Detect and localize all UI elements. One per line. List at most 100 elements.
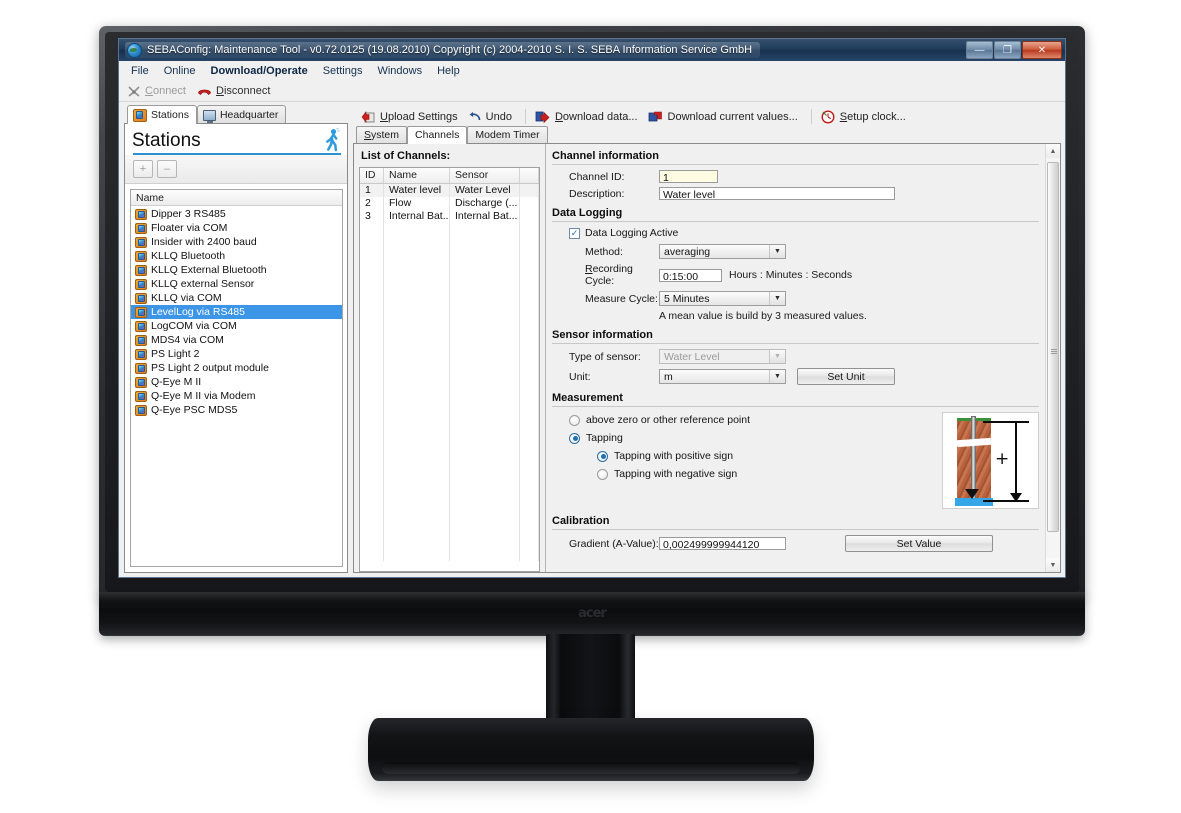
table-empty-row[interactable] bbox=[360, 496, 539, 509]
table-row[interactable]: 2 Flow Discharge (... bbox=[360, 197, 539, 210]
list-item[interactable]: PS Light 2 output module bbox=[131, 361, 342, 375]
list-item[interactable]: MDS4 via COM bbox=[131, 333, 342, 347]
channels-table[interactable]: ID Name Sensor 1 Water level Water Level bbox=[359, 167, 540, 572]
table-empty-row[interactable] bbox=[360, 509, 539, 522]
set-value-button[interactable]: Set Value bbox=[845, 535, 993, 552]
radio-tapping-negative[interactable] bbox=[597, 469, 608, 480]
list-item[interactable]: Dipper 3 RS485 bbox=[131, 207, 342, 221]
scrollbar-thumb[interactable] bbox=[1047, 162, 1059, 532]
menu-item-file[interactable]: File bbox=[124, 63, 156, 79]
cell-empty bbox=[360, 470, 384, 483]
scroll-down-button[interactable]: ▼ bbox=[1046, 558, 1060, 572]
table-empty-row[interactable] bbox=[360, 535, 539, 548]
list-item[interactable]: KLLQ via COM bbox=[131, 291, 342, 305]
list-item[interactable]: Q-Eye PSC MDS5 bbox=[131, 403, 342, 417]
measurement-option-tapping-negative[interactable]: Tapping with negative sign bbox=[569, 468, 942, 480]
method-select[interactable]: averaging ▼ bbox=[659, 244, 786, 259]
gradient-input[interactable]: 0,002499999944120 bbox=[659, 537, 786, 550]
table-empty-row[interactable] bbox=[360, 392, 539, 405]
menu-item-download-operate[interactable]: Download/Operate bbox=[204, 63, 315, 79]
measure-cycle-select[interactable]: 5 Minutes ▼ bbox=[659, 291, 786, 306]
table-empty-row[interactable] bbox=[360, 249, 539, 262]
table-empty-row[interactable] bbox=[360, 223, 539, 236]
radio-tapping-positive[interactable] bbox=[597, 451, 608, 462]
radio-above-zero[interactable] bbox=[569, 415, 580, 426]
measurement-option-above-zero[interactable]: above zero or other reference point bbox=[569, 414, 942, 426]
download-data-button[interactable]: Download data... bbox=[533, 109, 644, 124]
tab-modem-timer[interactable]: Modem Timer bbox=[467, 126, 547, 144]
menu-item-help[interactable]: Help bbox=[430, 63, 467, 79]
scrollbar-track[interactable] bbox=[1046, 158, 1060, 558]
list-item[interactable]: KLLQ Bluetooth bbox=[131, 249, 342, 263]
table-empty-row[interactable] bbox=[360, 353, 539, 366]
measurement-option-tapping[interactable]: Tapping bbox=[569, 432, 942, 444]
close-button[interactable]: ✕ bbox=[1022, 41, 1062, 59]
unit-select[interactable]: m ▼ bbox=[659, 369, 786, 384]
list-item[interactable]: Q-Eye M II bbox=[131, 375, 342, 389]
tab-stations[interactable]: Stations bbox=[127, 105, 197, 124]
detail-scrollbar[interactable]: ▲ ▼ bbox=[1045, 144, 1060, 572]
radio-tapping[interactable] bbox=[569, 433, 580, 444]
connect-button[interactable]: CConnectonnect bbox=[125, 84, 192, 99]
table-empty-row[interactable] bbox=[360, 522, 539, 535]
list-item[interactable]: LogCOM via COM bbox=[131, 319, 342, 333]
list-item-selected[interactable]: LevelLog via RS485 bbox=[131, 305, 342, 319]
table-empty-row[interactable] bbox=[360, 301, 539, 314]
scroll-up-button[interactable]: ▲ bbox=[1046, 144, 1060, 158]
list-item[interactable]: Insider with 2400 baud bbox=[131, 235, 342, 249]
table-empty-row[interactable] bbox=[360, 431, 539, 444]
menu-item-windows[interactable]: Windows bbox=[370, 63, 429, 79]
table-empty-row[interactable] bbox=[360, 288, 539, 301]
table-empty-row[interactable] bbox=[360, 314, 539, 327]
undo-button[interactable]: Undo bbox=[466, 110, 518, 124]
maximize-button[interactable]: ❐ bbox=[994, 41, 1021, 59]
cell-empty bbox=[520, 340, 539, 353]
tab-system[interactable]: System bbox=[356, 126, 407, 144]
stations-list[interactable]: Name Dipper 3 RS485 Floater via COM Insi… bbox=[130, 189, 343, 567]
download-data-icon bbox=[535, 110, 550, 123]
menu-item-settings[interactable]: Settings bbox=[316, 63, 370, 79]
cell-empty bbox=[384, 444, 450, 457]
table-row[interactable]: 3 Internal Bat... Internal Bat... bbox=[360, 210, 539, 223]
table-empty-row[interactable] bbox=[360, 366, 539, 379]
table-empty-row[interactable] bbox=[360, 327, 539, 340]
recording-cycle-input[interactable]: 0:15:00 bbox=[659, 269, 722, 282]
tab-headquarter[interactable]: Headquarter bbox=[197, 105, 286, 124]
list-item[interactable]: Floater via COM bbox=[131, 221, 342, 235]
description-input[interactable]: Water level bbox=[659, 187, 895, 200]
cell-empty bbox=[520, 353, 539, 366]
table-empty-row[interactable] bbox=[360, 379, 539, 392]
menu-item-online[interactable]: Online bbox=[157, 63, 203, 79]
table-empty-row[interactable] bbox=[360, 236, 539, 249]
table-empty-row[interactable] bbox=[360, 275, 539, 288]
table-row[interactable]: 1 Water level Water Level bbox=[360, 184, 539, 197]
setup-clock-button[interactable]: Setup clock... bbox=[819, 109, 912, 125]
remove-station-button[interactable]: – bbox=[157, 160, 177, 178]
table-empty-row[interactable] bbox=[360, 262, 539, 275]
disconnect-button[interactable]: Disconnect bbox=[195, 84, 276, 98]
table-empty-row[interactable] bbox=[360, 548, 539, 561]
cell-empty bbox=[360, 418, 384, 431]
channel-list-column: List of Channels: ID Name Sensor 1 bbox=[354, 144, 545, 572]
set-unit-button[interactable]: Set Unit bbox=[797, 368, 895, 385]
tab-channels[interactable]: Channels bbox=[407, 126, 467, 144]
table-empty-row[interactable] bbox=[360, 444, 539, 457]
download-current-values-button[interactable]: Download current values... bbox=[646, 109, 804, 124]
data-logging-active-checkbox[interactable]: ✓ bbox=[569, 228, 580, 239]
table-empty-row[interactable] bbox=[360, 340, 539, 353]
table-empty-row[interactable] bbox=[360, 418, 539, 431]
list-item[interactable]: KLLQ External Bluetooth bbox=[131, 263, 342, 277]
list-item[interactable]: PS Light 2 bbox=[131, 347, 342, 361]
upload-settings-button[interactable]: Upload Settings bbox=[359, 109, 464, 124]
table-empty-row[interactable] bbox=[360, 405, 539, 418]
table-empty-row[interactable] bbox=[360, 470, 539, 483]
add-station-button[interactable]: + bbox=[133, 160, 153, 178]
minimize-button[interactable]: — bbox=[966, 41, 993, 59]
measurement-option-tapping-positive[interactable]: Tapping with positive sign bbox=[569, 450, 942, 462]
data-logging-active-row[interactable]: ✓ Data Logging Active bbox=[552, 227, 1039, 239]
list-item[interactable]: KLLQ external Sensor bbox=[131, 277, 342, 291]
list-item[interactable]: Q-Eye M II via Modem bbox=[131, 389, 342, 403]
table-empty-row[interactable] bbox=[360, 483, 539, 496]
channel-id-input[interactable]: 1 bbox=[659, 170, 718, 183]
table-empty-row[interactable] bbox=[360, 457, 539, 470]
